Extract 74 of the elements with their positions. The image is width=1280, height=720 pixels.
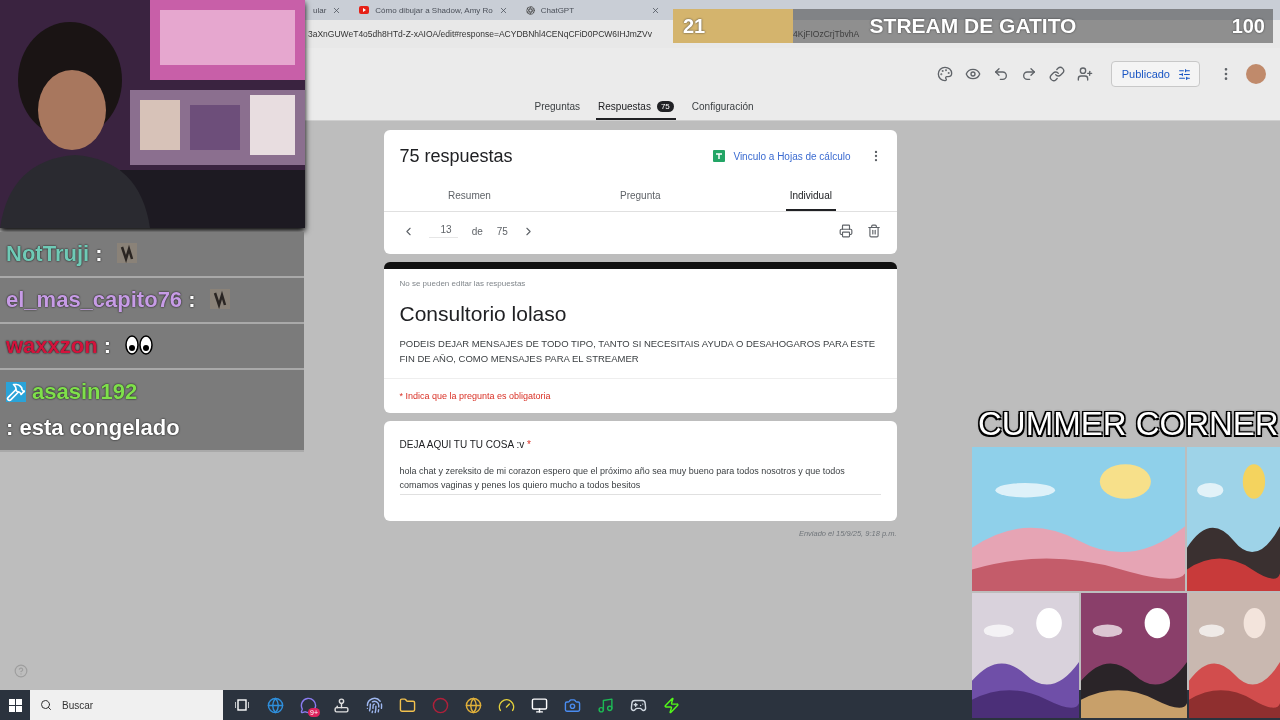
play-icon	[359, 6, 370, 14]
chat-separator: :	[102, 333, 113, 358]
tab-title: ular	[313, 5, 327, 15]
header-tab[interactable]: Configuración	[689, 97, 756, 120]
close-icon[interactable]	[498, 5, 508, 15]
link-icon[interactable]	[1048, 66, 1065, 82]
answer-text: hola chat y zereksito de mi corazon espero que el próximo año sea muy bueno para todos nosotros y que todos comamos vaginas y penes los quiero mucho a todos besitos	[399, 464, 881, 495]
globe-icon	[464, 696, 482, 714]
corner-title: CUMMER CORNER	[978, 405, 1279, 444]
emote-icon	[209, 289, 230, 309]
notice-text: No se pueden editar las respuestas	[399, 279, 527, 288]
goal-count: 21	[682, 14, 707, 38]
browser-tab[interactable]: Cómo dibujar a Shadow, Amy Ro	[351, 0, 516, 20]
eyes-icon	[125, 335, 154, 355]
chat-username: el_mas_capito76	[6, 287, 183, 312]
view-tab[interactable]: Resumen	[444, 186, 495, 211]
goal-target: 100	[1230, 14, 1266, 38]
publish-button[interactable]: Publicado	[1110, 61, 1200, 87]
monitor-icon	[530, 696, 548, 714]
page-field[interactable]: 13	[428, 224, 458, 238]
fingerprint-icon	[365, 696, 383, 714]
tab-title: ChatGPT	[540, 5, 576, 15]
close-icon[interactable]	[650, 5, 660, 15]
chat-separator: :	[187, 287, 197, 312]
url-text: 4KjFIOzCrjTbvhA	[793, 29, 860, 39]
chat-username: NotTruji	[6, 241, 90, 266]
browser-tab[interactable]: ular	[305, 0, 350, 20]
search-field[interactable]: Buscar	[30, 690, 223, 720]
task-view-icon	[235, 698, 249, 712]
ring-icon	[431, 696, 449, 714]
url-text: 3aXnGUWeT4o5dh8HTd-Z-xAIOA/edit#response=ACYDBNhl4CENqCFiD0PCW6IHJmZVv	[308, 29, 653, 39]
chat-separator: :	[6, 415, 15, 440]
aperture-icon	[525, 5, 535, 15]
header-tab[interactable]: Respuestas 75	[596, 97, 676, 120]
emote-icon	[116, 243, 137, 263]
zap-icon	[662, 696, 680, 714]
globe-icon	[266, 696, 284, 714]
browser-tab[interactable]: ChatGPT	[517, 0, 668, 20]
windows-icon	[8, 698, 22, 712]
chat-username: waxxzon	[6, 333, 98, 358]
question-label: DEJA AQUI TU TU COSA :v *	[399, 439, 532, 450]
goal-title: STREAM DE GATITO	[869, 14, 1077, 38]
total-count: 75	[496, 225, 508, 237]
header-tab[interactable]: Preguntas	[532, 97, 583, 120]
count-badge: 75	[656, 101, 674, 112]
chat-separator: :	[94, 241, 104, 266]
tab-title: Cómo dibujar a Shadow, Amy Ro	[375, 5, 493, 15]
view-tab[interactable]: Individual	[785, 186, 836, 211]
chat-text: esta congelado	[19, 415, 180, 440]
chat-bubble-icon	[299, 696, 317, 714]
chat-username: asasin192	[32, 379, 138, 404]
camera-icon	[563, 696, 581, 714]
search-icon	[40, 699, 52, 711]
print-icon[interactable]	[838, 224, 853, 238]
close-icon[interactable]	[332, 5, 342, 15]
sheet-icon	[713, 150, 726, 162]
folder-icon	[398, 696, 416, 714]
music-icon	[596, 696, 614, 714]
eye-icon[interactable]	[964, 66, 981, 82]
responses-title: 75 respuestas	[399, 145, 514, 167]
form-description: PODEIS DEJAR MENSAJES DE TODO TIPO, TANTO SI NECESITAIS AYUDA O DESAHOGAROS PARA ESTE FIN DE AÑO, COMO MENSAJES PARA EL STREAMER	[399, 337, 877, 366]
sheets-link[interactable]: Vinculo a Hojas de cálculo	[713, 150, 851, 162]
palette-icon[interactable]	[936, 66, 953, 82]
undo-icon[interactable]	[992, 66, 1009, 82]
add-person-icon[interactable]	[1076, 66, 1093, 82]
joystick-icon	[332, 696, 350, 714]
form-title: Consultorio lolaso	[399, 302, 568, 326]
gauge-icon	[497, 696, 515, 714]
redo-icon[interactable]	[1020, 66, 1037, 82]
sliders-icon	[1178, 67, 1191, 81]
delete-icon[interactable]	[866, 224, 881, 238]
view-tab[interactable]: Pregunta	[615, 186, 665, 211]
of-label: de	[471, 225, 483, 237]
required-note: * Indica que la pregunta es obligatoria	[383, 378, 897, 413]
